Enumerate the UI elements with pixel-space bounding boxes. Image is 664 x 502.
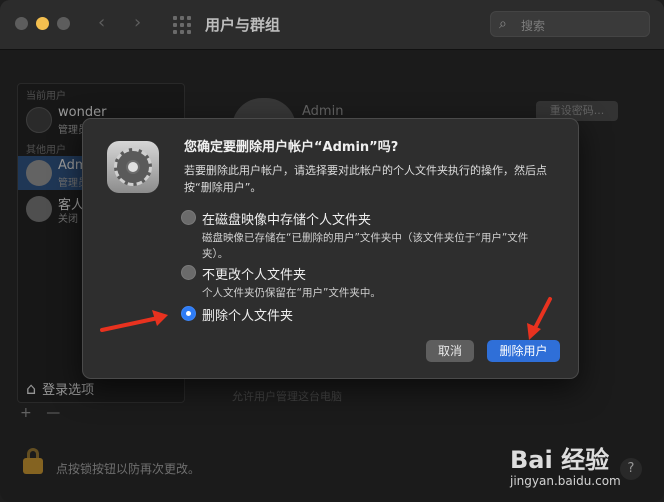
cancel-button[interactable]: 取消: [426, 340, 474, 362]
option-label: 不更改个人文件夹: [202, 268, 307, 283]
radio-button[interactable]: [181, 210, 196, 225]
dialog-message: 若要删除此用户帐户，请选择要对此帐户的个人文件夹执行的操作，然后点按“删除用户”…: [184, 164, 547, 194]
search-placeholder: 搜索: [521, 19, 546, 33]
close-window-button[interactable]: [15, 17, 28, 30]
search-icon: ⌕: [499, 16, 507, 32]
baidu-jingyan-watermark: Bai 经验 jingyan.baidu.com: [510, 440, 650, 496]
show-all-grid-icon[interactable]: [173, 16, 191, 34]
radio-button[interactable]: [181, 265, 196, 280]
option-description: 个人文件夹仍保留在“用户”文件夹中。: [202, 287, 381, 299]
window-title: 用户与群组: [205, 16, 281, 34]
system-preferences-window: ‹ › 用户与群组 ⌕ 搜索 当前用户 wonder 管理员 其他用户 Admi…: [0, 0, 664, 502]
forward-icon[interactable]: ›: [134, 12, 141, 33]
option-label: 删除个人文件夹: [202, 309, 294, 324]
delete-user-dialog: 您确定要删除用户帐户“Admin”吗? 若要删除此用户帐户，请选择要对此帐户的个…: [82, 118, 579, 379]
title-bar: ‹ › 用户与群组 ⌕ 搜索: [0, 0, 664, 50]
watermark-logo-text: Bai 经验: [510, 446, 610, 474]
back-icon[interactable]: ‹: [98, 12, 105, 33]
system-preferences-gear-icon: [107, 141, 159, 193]
annotation-arrow-right: [527, 297, 552, 340]
watermark-url: jingyan.baidu.com: [510, 474, 621, 488]
option-description: 磁盘映像已存储在“已删除的用户”文件夹中（该文件夹位于“用户”文件夹）。: [202, 232, 529, 260]
minimize-window-button[interactable]: [36, 17, 49, 30]
annotation-arrow-left: [100, 310, 168, 332]
zoom-window-button[interactable]: [57, 17, 70, 30]
dialog-title: 您确定要删除用户帐户“Admin”吗?: [184, 140, 399, 155]
search-field[interactable]: ⌕ 搜索: [490, 11, 650, 37]
option-label: 在磁盘映像中存储个人文件夹: [202, 213, 372, 228]
radio-button-selected[interactable]: [181, 306, 196, 321]
